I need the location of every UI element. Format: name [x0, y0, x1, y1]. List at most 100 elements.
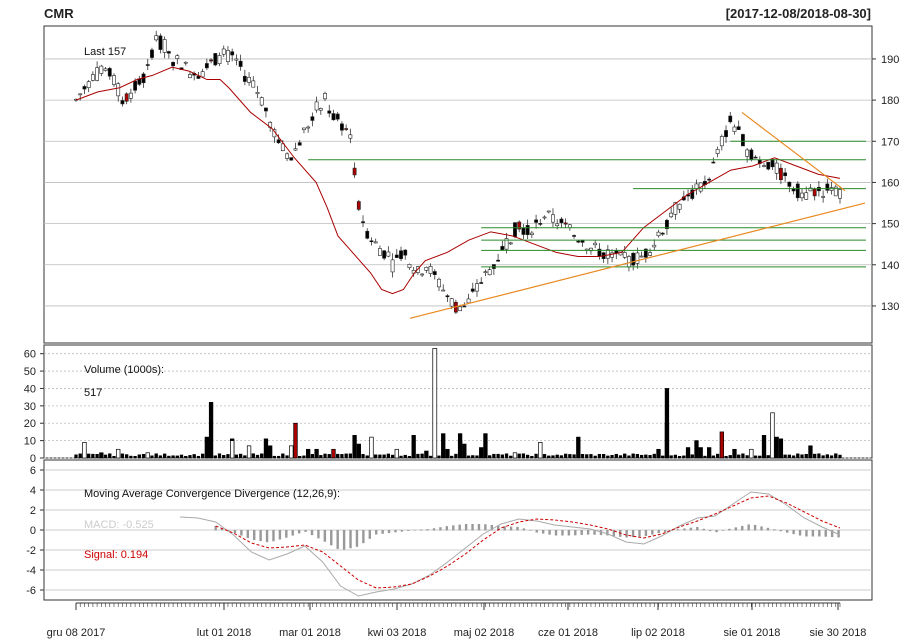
volume-bar: [639, 454, 644, 459]
candle: [779, 167, 783, 181]
volume-spike: [538, 442, 543, 459]
candle: [800, 192, 804, 199]
candle: [660, 232, 665, 235]
candle: [382, 250, 387, 259]
candle: [719, 136, 724, 147]
candle: [276, 139, 281, 144]
candle: [572, 235, 576, 237]
candle: [513, 222, 517, 238]
candle: [99, 65, 104, 74]
volume-spike: [411, 435, 416, 459]
y-tick-label: 2: [30, 505, 36, 517]
candle: [78, 93, 83, 96]
macd-histogram-bar: [683, 528, 686, 531]
macd-histogram-bar: [676, 529, 680, 531]
volume-bar: [825, 454, 829, 459]
candle: [344, 128, 349, 130]
candle: [128, 92, 133, 99]
volume-bar: [601, 453, 606, 459]
volume-spike: [369, 436, 374, 459]
volume-bar: [251, 453, 255, 459]
volume-bar: [340, 454, 344, 459]
volume-bar: [791, 455, 796, 459]
macd-histogram-bar: [663, 530, 667, 532]
candle: [399, 250, 403, 260]
volume-spike: [208, 402, 214, 459]
candle: [576, 240, 581, 243]
candle: [496, 259, 500, 262]
macd-histogram-bar: [458, 524, 461, 531]
candle: [264, 107, 268, 112]
volume-bar: [344, 453, 348, 459]
macd-legend: MACD: -0.525: [84, 519, 154, 531]
candle: [774, 162, 779, 174]
candle: [753, 156, 758, 159]
volume-bar: [610, 455, 614, 459]
macd-histogram-bar: [387, 530, 391, 534]
candle: [314, 101, 319, 111]
candle: [825, 183, 830, 191]
candle: [323, 93, 327, 100]
y-tick-label: 30: [24, 401, 36, 413]
volume-spike: [685, 447, 691, 459]
volume-bar: [648, 455, 652, 459]
candle: [171, 62, 175, 67]
volume-bar: [606, 455, 610, 459]
volume-bar: [817, 453, 821, 459]
candle: [542, 216, 547, 219]
candle: [804, 192, 809, 200]
candle: [648, 252, 652, 256]
candle: [669, 212, 674, 218]
macd-histogram-bar: [689, 527, 693, 531]
support-trendline: [409, 202, 866, 319]
candle: [327, 110, 332, 114]
candle: [424, 266, 429, 271]
candle: [378, 248, 382, 256]
macd-histogram-bar: [355, 530, 359, 547]
pane-frame-main: [43, 25, 873, 344]
macd-histogram-bar: [541, 530, 545, 534]
volume-bar: [120, 453, 125, 459]
candle: [770, 159, 775, 168]
volume-bar: [572, 454, 576, 459]
y-tick-label: 50: [24, 366, 36, 378]
volume-bar: [724, 455, 728, 459]
volume-bar: [547, 455, 551, 459]
volume-bar: [179, 454, 184, 459]
candle: [251, 80, 256, 88]
candle: [369, 240, 374, 243]
volume-bar: [348, 453, 353, 459]
macd-histogram-bar: [233, 530, 237, 534]
y-tick-label: 0: [30, 453, 36, 465]
volume-bar: [673, 454, 678, 459]
candle: [318, 108, 323, 111]
volume-bar: [728, 455, 732, 459]
x-tick-label: mar 01 2018: [279, 627, 341, 639]
macd-histogram-bar: [253, 530, 256, 540]
volume-bar: [171, 455, 175, 459]
macd-histogram-bar: [535, 530, 538, 533]
x-tick-label: lip 02 2018: [631, 627, 685, 639]
candle: [221, 48, 226, 55]
macd-histogram-bar: [747, 524, 750, 531]
volume-bar: [559, 455, 564, 459]
macd-histogram-bar: [805, 530, 808, 537]
volume-bar: [753, 455, 758, 459]
macd-line: [179, 491, 841, 597]
volume-bar: [150, 455, 154, 459]
last-price-label: Last 157: [84, 46, 126, 58]
candle: [783, 172, 788, 177]
volume-bar: [188, 455, 192, 459]
volume-bar: [488, 455, 492, 459]
volume-bar: [555, 454, 559, 459]
volume-bar: [95, 454, 99, 459]
volume-spike: [778, 438, 784, 459]
candle: [247, 76, 251, 83]
volume-bar: [766, 455, 770, 459]
volume-bar: [327, 454, 331, 459]
macd-histogram-bar: [400, 530, 404, 532]
candle: [348, 134, 353, 139]
volume-spike: [749, 448, 754, 459]
volume-spike: [770, 412, 775, 459]
candle: [821, 196, 826, 198]
